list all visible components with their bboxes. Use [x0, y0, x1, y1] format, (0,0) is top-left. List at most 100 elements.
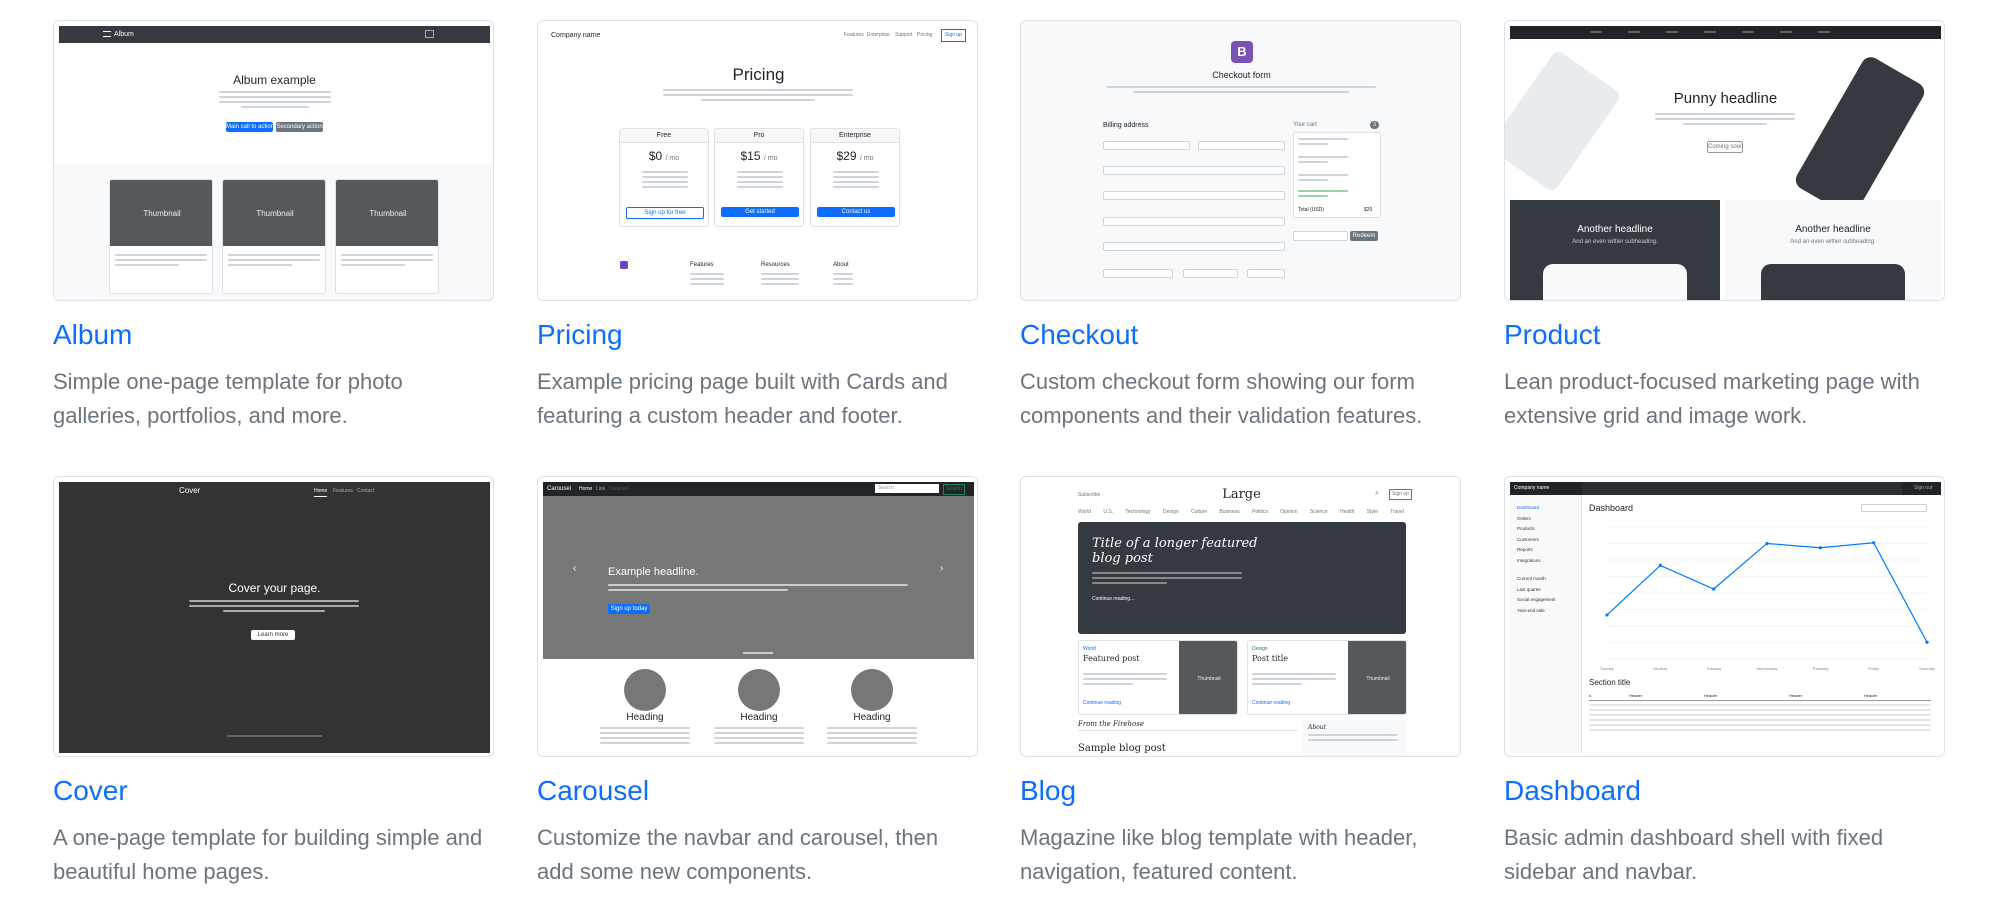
album-preview-image[interactable]: Album Album example Main call to action … — [53, 20, 494, 301]
thumbnail-placeholder: Thumbnail — [1179, 641, 1237, 714]
template-title-blog[interactable]: Blog — [1020, 774, 1076, 808]
blog-nav-item: Style — [1366, 509, 1378, 515]
template-title-checkout[interactable]: Checkout — [1020, 318, 1138, 352]
product-heading: Punny headline — [1673, 90, 1778, 107]
checkout-heading: Checkout form — [1212, 70, 1271, 80]
pricing-preview-image[interactable]: Company name Features Enterprise Support… — [537, 20, 978, 301]
carousel-button: Sign up today — [608, 604, 650, 614]
thumbnail-placeholder: Thumbnail — [1348, 641, 1406, 714]
plan-price: $0 — [648, 149, 663, 163]
chart-x-tick-label: Sunday — [1600, 666, 1614, 671]
sidebar-item-report: Year-end sale — [1517, 607, 1545, 613]
hamburger-icon — [425, 30, 434, 38]
album-card: Thumbnail — [335, 179, 439, 294]
dashboard-preview-image[interactable]: Company name Sign out Dashboard Orders P… — [1504, 476, 1945, 757]
cart-list: Total (USD) $20 — [1293, 132, 1381, 218]
table-header-cell: # — [1589, 693, 1592, 698]
blog-preview-image[interactable]: Subscribe Large ⌕ Sign up World U.S. Tec… — [1020, 476, 1461, 757]
dashboard-section-title: Section title — [1589, 678, 1631, 687]
redeem-button: Redeem — [1350, 231, 1378, 241]
dashboard-line-chart: Sunday Monday Tuesday Wednesday Thursday Frid… — [1600, 526, 1935, 671]
sidebar-item-report: Last quarter — [1517, 586, 1542, 592]
blog-post-title: Sample blog post — [1078, 743, 1166, 754]
product-navbar — [1510, 26, 1941, 39]
blog-post: Design Post title Continue reading Thumb… — [1247, 640, 1407, 715]
cart-heading: Your cart — [1293, 122, 1317, 128]
template-title-product[interactable]: Product — [1504, 318, 1601, 352]
table-header-cell: Header — [1629, 693, 1643, 698]
blog-nav-item: Design — [1163, 509, 1179, 515]
template-description-pricing: Example pricing page built with Cards an… — [537, 369, 948, 428]
template-title-dashboard[interactable]: Dashboard — [1504, 774, 1641, 808]
blog-hero: Title of a longer featured blog post Con… — [1078, 522, 1406, 634]
cart-total-label: Total (USD) — [1298, 207, 1324, 213]
template-title-pricing[interactable]: Pricing — [537, 318, 623, 352]
album-heading: Album example — [233, 73, 316, 87]
album-secondary-button: Secondary action — [276, 122, 323, 132]
carousel-search-button: Search — [943, 484, 965, 495]
search-icon: ⌕ — [1375, 490, 1379, 497]
billing-heading: Billing address — [1103, 122, 1149, 129]
blog-signup-button: Sign up — [1389, 489, 1412, 500]
carousel-preview-image[interactable]: Carousel Home Link Disabled Search Searc… — [537, 476, 978, 757]
album-brand: Album — [114, 31, 134, 38]
post-title: Featured post — [1083, 654, 1140, 663]
sidebar-item-products: Products — [1517, 526, 1535, 531]
chart-point — [1765, 541, 1769, 546]
plan-cta-button: Contact us — [817, 207, 895, 217]
chart-x-tick-label: Friday — [1868, 666, 1879, 671]
cover-preview-image[interactable]: Cover Home Features Contact Cover your p… — [53, 476, 494, 757]
template-description-carousel: Customize the navbar and carousel, then … — [537, 825, 939, 884]
album-card: Thumbnail — [222, 179, 326, 294]
album-card: Thumbnail — [109, 179, 213, 294]
product-feature-dark: Another headline And an even wittier sub… — [1510, 200, 1720, 300]
plan-price: $15 — [740, 149, 761, 163]
chart-point — [1872, 541, 1876, 545]
sidebar-item-dashboard: Dashboard — [1517, 505, 1540, 510]
blog-nav-item: Health — [1339, 509, 1355, 515]
album-navbar: Album — [59, 26, 490, 43]
dashboard-table: # Header Header Header Header — [1589, 692, 1931, 734]
dashboard-brand: Company name — [1514, 485, 1550, 491]
product-preview-image[interactable]: Punny headline Coming soon Another headl… — [1504, 20, 1945, 301]
chart-point — [1818, 546, 1822, 550]
template-title-carousel[interactable]: Carousel — [537, 774, 649, 808]
chevron-right-icon: › — [940, 563, 944, 574]
device-illustration — [1505, 48, 1623, 194]
dashboard-heading: Dashboard — [1589, 503, 1634, 513]
blog-nav: World U.S. Technology Design Culture Bus… — [1078, 509, 1404, 517]
plan-name: Free — [620, 129, 708, 143]
feature-subheading: And an even wittier subheading. — [1572, 239, 1658, 245]
blog-nav-item: Opinion — [1280, 509, 1298, 515]
template-title-album[interactable]: Album — [53, 318, 132, 352]
cover-nav-item: Home — [314, 487, 328, 497]
blog-nav-item: Politics — [1252, 509, 1268, 515]
carousel-navbar: Carousel Home Link Disabled Search Searc… — [543, 482, 974, 496]
blog-nav-item: Culture — [1190, 509, 1208, 515]
plan-period: / mo — [763, 155, 778, 162]
chart-x-tick-label: Wednesday — [1756, 666, 1777, 671]
carousel-nav-item: Home — [579, 486, 593, 492]
product-button: Coming soon — [1707, 141, 1743, 153]
chart-point — [1605, 613, 1609, 617]
sidebar-item-orders: Orders — [1517, 515, 1531, 521]
bootstrap-logo-icon: B — [1231, 41, 1253, 63]
chart-x-tick-label: Tuesday — [1706, 666, 1721, 671]
blog-nav-item: Business — [1219, 509, 1240, 515]
cart-total: $20 — [1364, 207, 1373, 213]
pricing-nav-item: Pricing — [917, 32, 933, 38]
blog-featured-post: World Featured post Continue reading Thu… — [1078, 640, 1238, 715]
chart-series-line — [1606, 542, 1928, 643]
table-header-row: # Header Header Header Header — [1589, 692, 1931, 701]
cover-nav-item: Contact — [357, 488, 375, 494]
template-title-cover[interactable]: Cover — [53, 774, 128, 808]
pricing-plan-pro: Pro $15 / mo Get started — [714, 128, 804, 227]
table-header-cell: Header — [1704, 693, 1718, 698]
checkout-preview-image[interactable]: B Checkout form Billing address Your car… — [1020, 20, 1461, 301]
sidebar-item-report: Current month — [1517, 576, 1546, 581]
post-link: Continue reading — [1083, 700, 1122, 706]
plan-cta-button: Sign up for free — [626, 207, 704, 219]
album-primary-button: Main call to action — [226, 122, 275, 132]
template-description-album: Simple one-page template for photo galle… — [53, 369, 403, 428]
table-header-cell: Header — [1864, 693, 1878, 698]
